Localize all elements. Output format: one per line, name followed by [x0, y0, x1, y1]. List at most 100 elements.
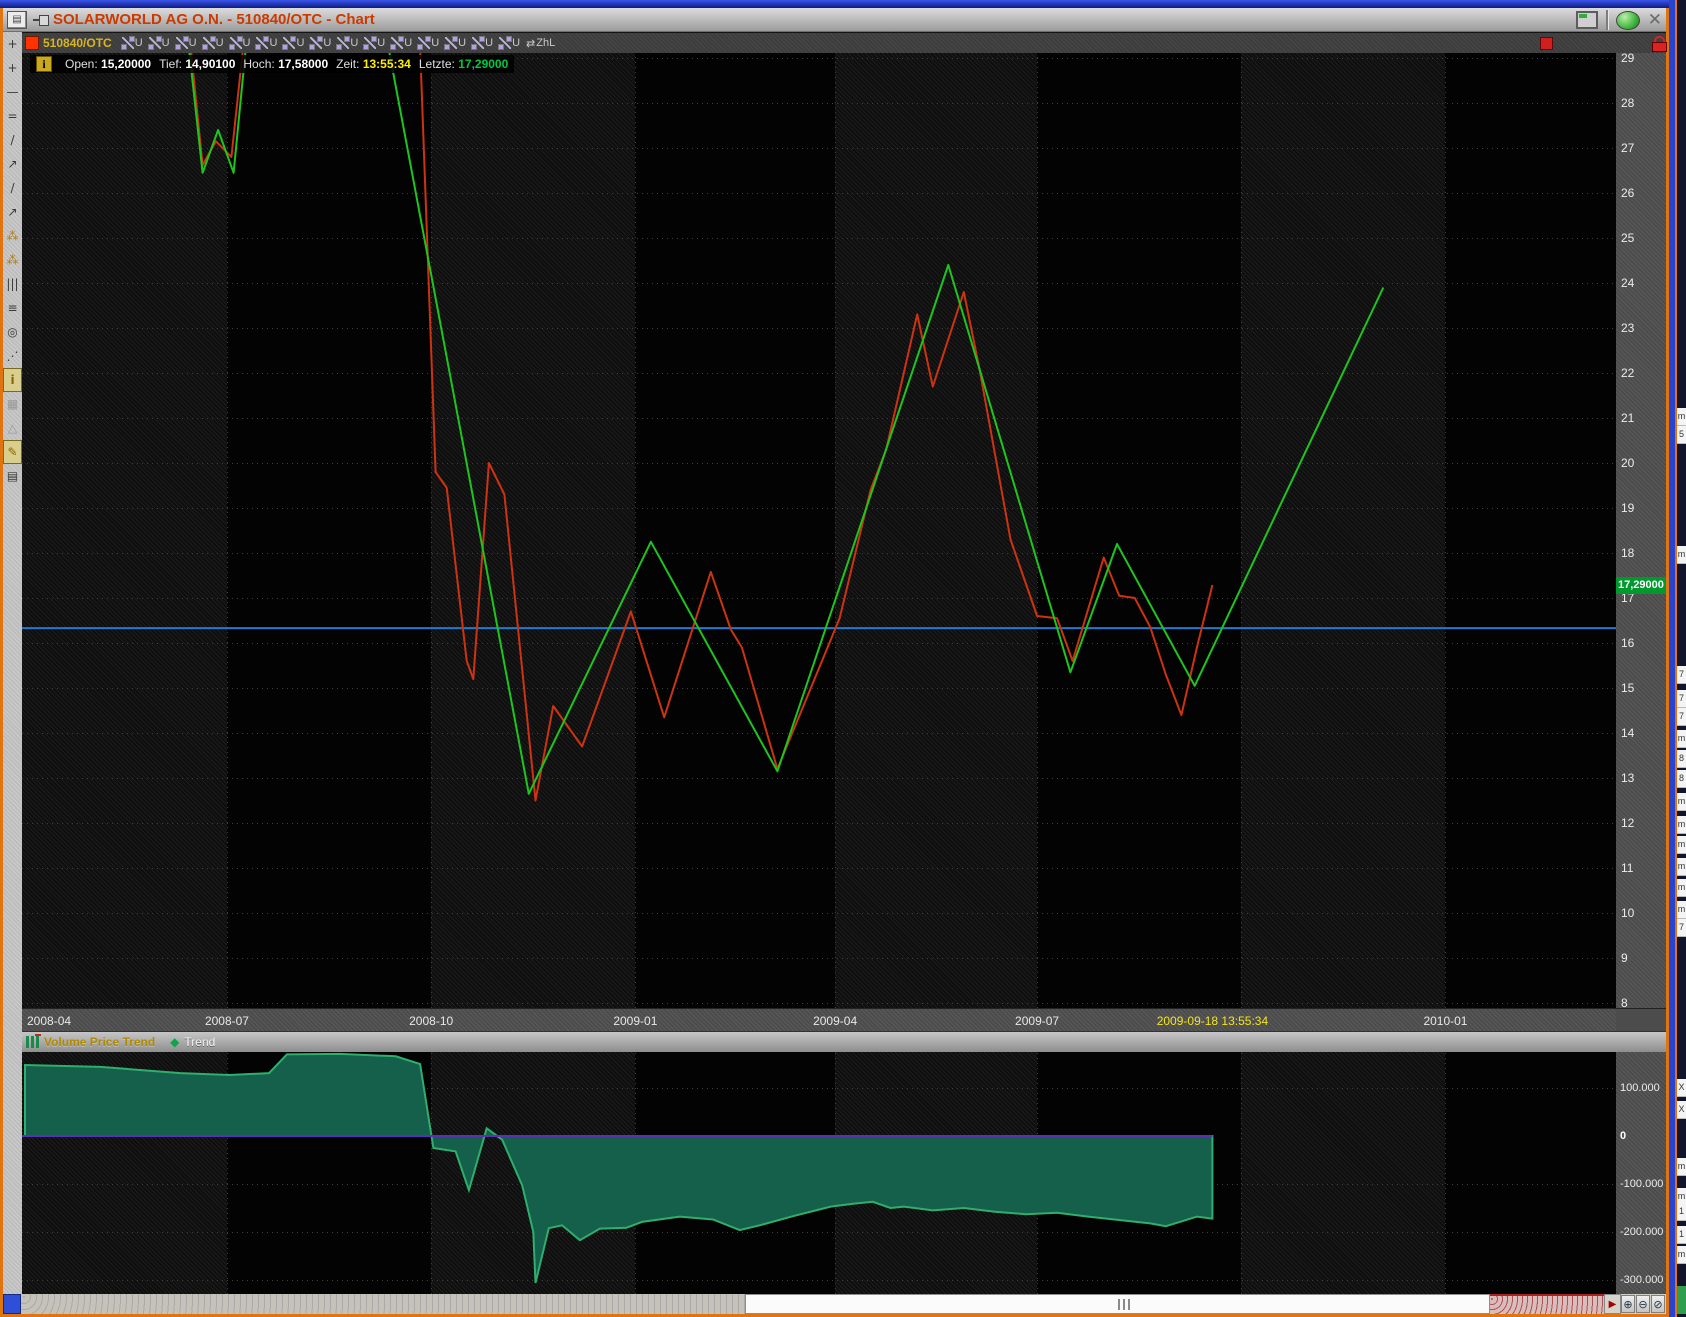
price-tick-label: 22 — [1621, 366, 1635, 380]
price-axis[interactable]: 29 28 27 26 25 24 23 22 21 20 19 18 17 16 15 14 13 12 11 10… — [1616, 51, 1666, 1010]
background-window-cell: X — [1677, 1079, 1686, 1097]
layout-icon[interactable] — [1575, 11, 1598, 29]
swap-tool-button[interactable]: ⇄ ZhL — [526, 37, 555, 50]
trendline-item-label: U — [296, 37, 305, 49]
volume-tick-label: 0 — [1620, 1130, 1627, 1142]
scrollbar-thumb[interactable] — [745, 1294, 1490, 1314]
scrollbar-track-end[interactable] — [1490, 1294, 1604, 1314]
price-tick-label: 26 — [1621, 186, 1635, 200]
scrollbar-home-button[interactable] — [3, 1294, 21, 1314]
trendline-object-button[interactable]: U — [444, 36, 466, 50]
price-series-svg — [22, 53, 1616, 802]
parallel-lines-tool[interactable]: = — [3, 104, 22, 128]
regression-tool[interactable]: ↗ — [3, 200, 22, 224]
trendline-item-label: U — [377, 37, 386, 49]
trendline-object-button[interactable]: U — [147, 36, 170, 50]
trendline-object-button[interactable]: U — [363, 36, 386, 50]
price-tick-label: 15 — [1621, 681, 1635, 695]
pin-cluster-tool[interactable]: ⁂ — [3, 224, 22, 248]
grid-tool[interactable]: ▦ — [3, 392, 22, 416]
background-window-cell: m — [1677, 1246, 1686, 1264]
trendline-icon — [147, 36, 162, 50]
trendline-object-button[interactable]: U — [471, 36, 493, 50]
background-window-cell: 5 — [1677, 426, 1686, 444]
volume-price-trend-plot[interactable] — [22, 1052, 1616, 1294]
price-tick-label: 28 — [1621, 96, 1635, 110]
maximize-button[interactable] — [1615, 10, 1640, 30]
info-tool[interactable]: i — [3, 368, 22, 392]
ray-tool[interactable]: ↗ — [3, 152, 22, 176]
record-icon[interactable] — [1540, 37, 1553, 50]
scrollbar-track[interactable] — [21, 1294, 745, 1314]
time-tick-label: 2009-09-18 13:55:34 — [1156, 1014, 1269, 1028]
price-tick-label: 10 — [1621, 906, 1635, 920]
trendline-object-button[interactable]: U — [228, 36, 251, 50]
ohlc-info-bar: i Open: 15,20000 Tief: 14,90100 Hoch: 17,5… — [30, 55, 515, 73]
fibonacci-fan-tool[interactable]: ⋰ — [3, 344, 22, 368]
trendline-object-button[interactable]: U — [336, 36, 358, 50]
fibonacci-timezones-tool[interactable]: ||| — [3, 272, 22, 296]
background-window-border — [1675, 0, 1677, 1317]
zoom-reset-button[interactable]: ⊘ — [1651, 1295, 1665, 1313]
horizontal-scrollbar[interactable]: ▶ ⊕ ⊖ ⊘ — [3, 1294, 1666, 1314]
indicator-header[interactable]: Volume Price Trend ◆ Trend — [22, 1031, 1666, 1052]
axis-corner — [1616, 1008, 1666, 1032]
scroll-right-button[interactable]: ▶ — [1604, 1294, 1621, 1314]
trendline-object-button[interactable]: U — [120, 36, 143, 50]
zoom-in-button[interactable]: ⊕ — [1621, 1295, 1635, 1313]
trendline-object-button[interactable]: U — [390, 36, 413, 50]
background-window-cell: 7 — [1677, 708, 1686, 726]
background-window-cell: 7 — [1677, 919, 1686, 937]
close-button[interactable]: ✕ — [1648, 11, 1662, 29]
trendline-item-label: U — [404, 37, 413, 49]
background-window-cell: m — [1677, 858, 1686, 876]
trendline-icon — [363, 36, 378, 50]
trendline-item-label: U — [242, 37, 251, 49]
trend-legend-label: Trend — [184, 1035, 216, 1049]
trendline-object-button[interactable]: U — [309, 36, 331, 50]
background-window-cell: m — [1677, 546, 1686, 564]
zoom-button-group: ⊕ ⊖ ⊘ — [1621, 1294, 1666, 1314]
trendline-object-button[interactable]: U — [255, 36, 277, 50]
trendline-tool[interactable]: / — [3, 128, 22, 152]
pan-tool[interactable]: + — [3, 32, 22, 56]
titlebar[interactable]: ▤ SOLARWORLD AG O.N. - 510840/OTC - Char… — [3, 8, 1666, 32]
trendline-icon — [228, 36, 243, 50]
info-label: Zeit: — [336, 57, 360, 71]
line-segment-tool[interactable]: — — [3, 80, 22, 104]
fibonacci-retracement-tool[interactable]: ≡ — [3, 296, 22, 320]
symbol-label[interactable]: 510840/OTC — [43, 36, 112, 50]
pin-cluster-tool-2[interactable]: ⁂ — [3, 248, 22, 272]
trend-legend-icon: ◆ — [170, 1035, 180, 1049]
pyramid-tool[interactable]: △ — [3, 416, 22, 440]
background-window-cell: m — [1677, 901, 1686, 919]
price-tick-label: 11 — [1621, 861, 1634, 875]
lock-icon[interactable] — [1652, 36, 1667, 52]
price-chart-plot[interactable]: i Open: 15,20000 Tief: 14,90100 Hoch: 17,5… — [22, 53, 1616, 1008]
desktop-top-strip — [0, 0, 1686, 8]
background-window-cell: 8 — [1677, 770, 1686, 788]
draw-tool[interactable]: ✎ — [3, 440, 22, 464]
background-window-cell — [1677, 1286, 1686, 1314]
trendline-object-button[interactable]: U — [201, 36, 224, 50]
trendline-item-label: U — [161, 37, 170, 49]
trendline-object-button[interactable]: U — [417, 36, 439, 50]
channel-tool[interactable]: / — [3, 176, 22, 200]
time-axis[interactable]: 2008-04 2008-07 2008-10 2009-01 2009-04 2009-… — [22, 1008, 1616, 1032]
price-tick-label: 21 — [1621, 411, 1635, 425]
pin-icon[interactable] — [33, 13, 49, 27]
zoom-out-button[interactable]: ⊖ — [1636, 1295, 1650, 1313]
time-tick-label: 2010-01 — [1423, 1014, 1468, 1028]
print-tool[interactable]: ▤ — [3, 464, 22, 488]
trendline-icon — [471, 36, 486, 50]
price-tick-label: 24 — [1621, 276, 1635, 290]
price-tick-label: 18 — [1621, 546, 1635, 560]
crosshair-tool[interactable]: + — [3, 56, 22, 80]
volume-axis[interactable]: 100.000 0 -100.000 -200.000 -300.000 — [1616, 1052, 1666, 1294]
trendline-object-button[interactable]: U — [498, 36, 520, 50]
trendline-object-button[interactable]: U — [174, 36, 197, 50]
fibonacci-arcs-tool[interactable]: ◎ — [3, 320, 22, 344]
chart-window-icon: ▤ — [7, 10, 27, 29]
background-window-cell: m — [1677, 1158, 1686, 1176]
trendline-object-button[interactable]: U — [282, 36, 305, 50]
